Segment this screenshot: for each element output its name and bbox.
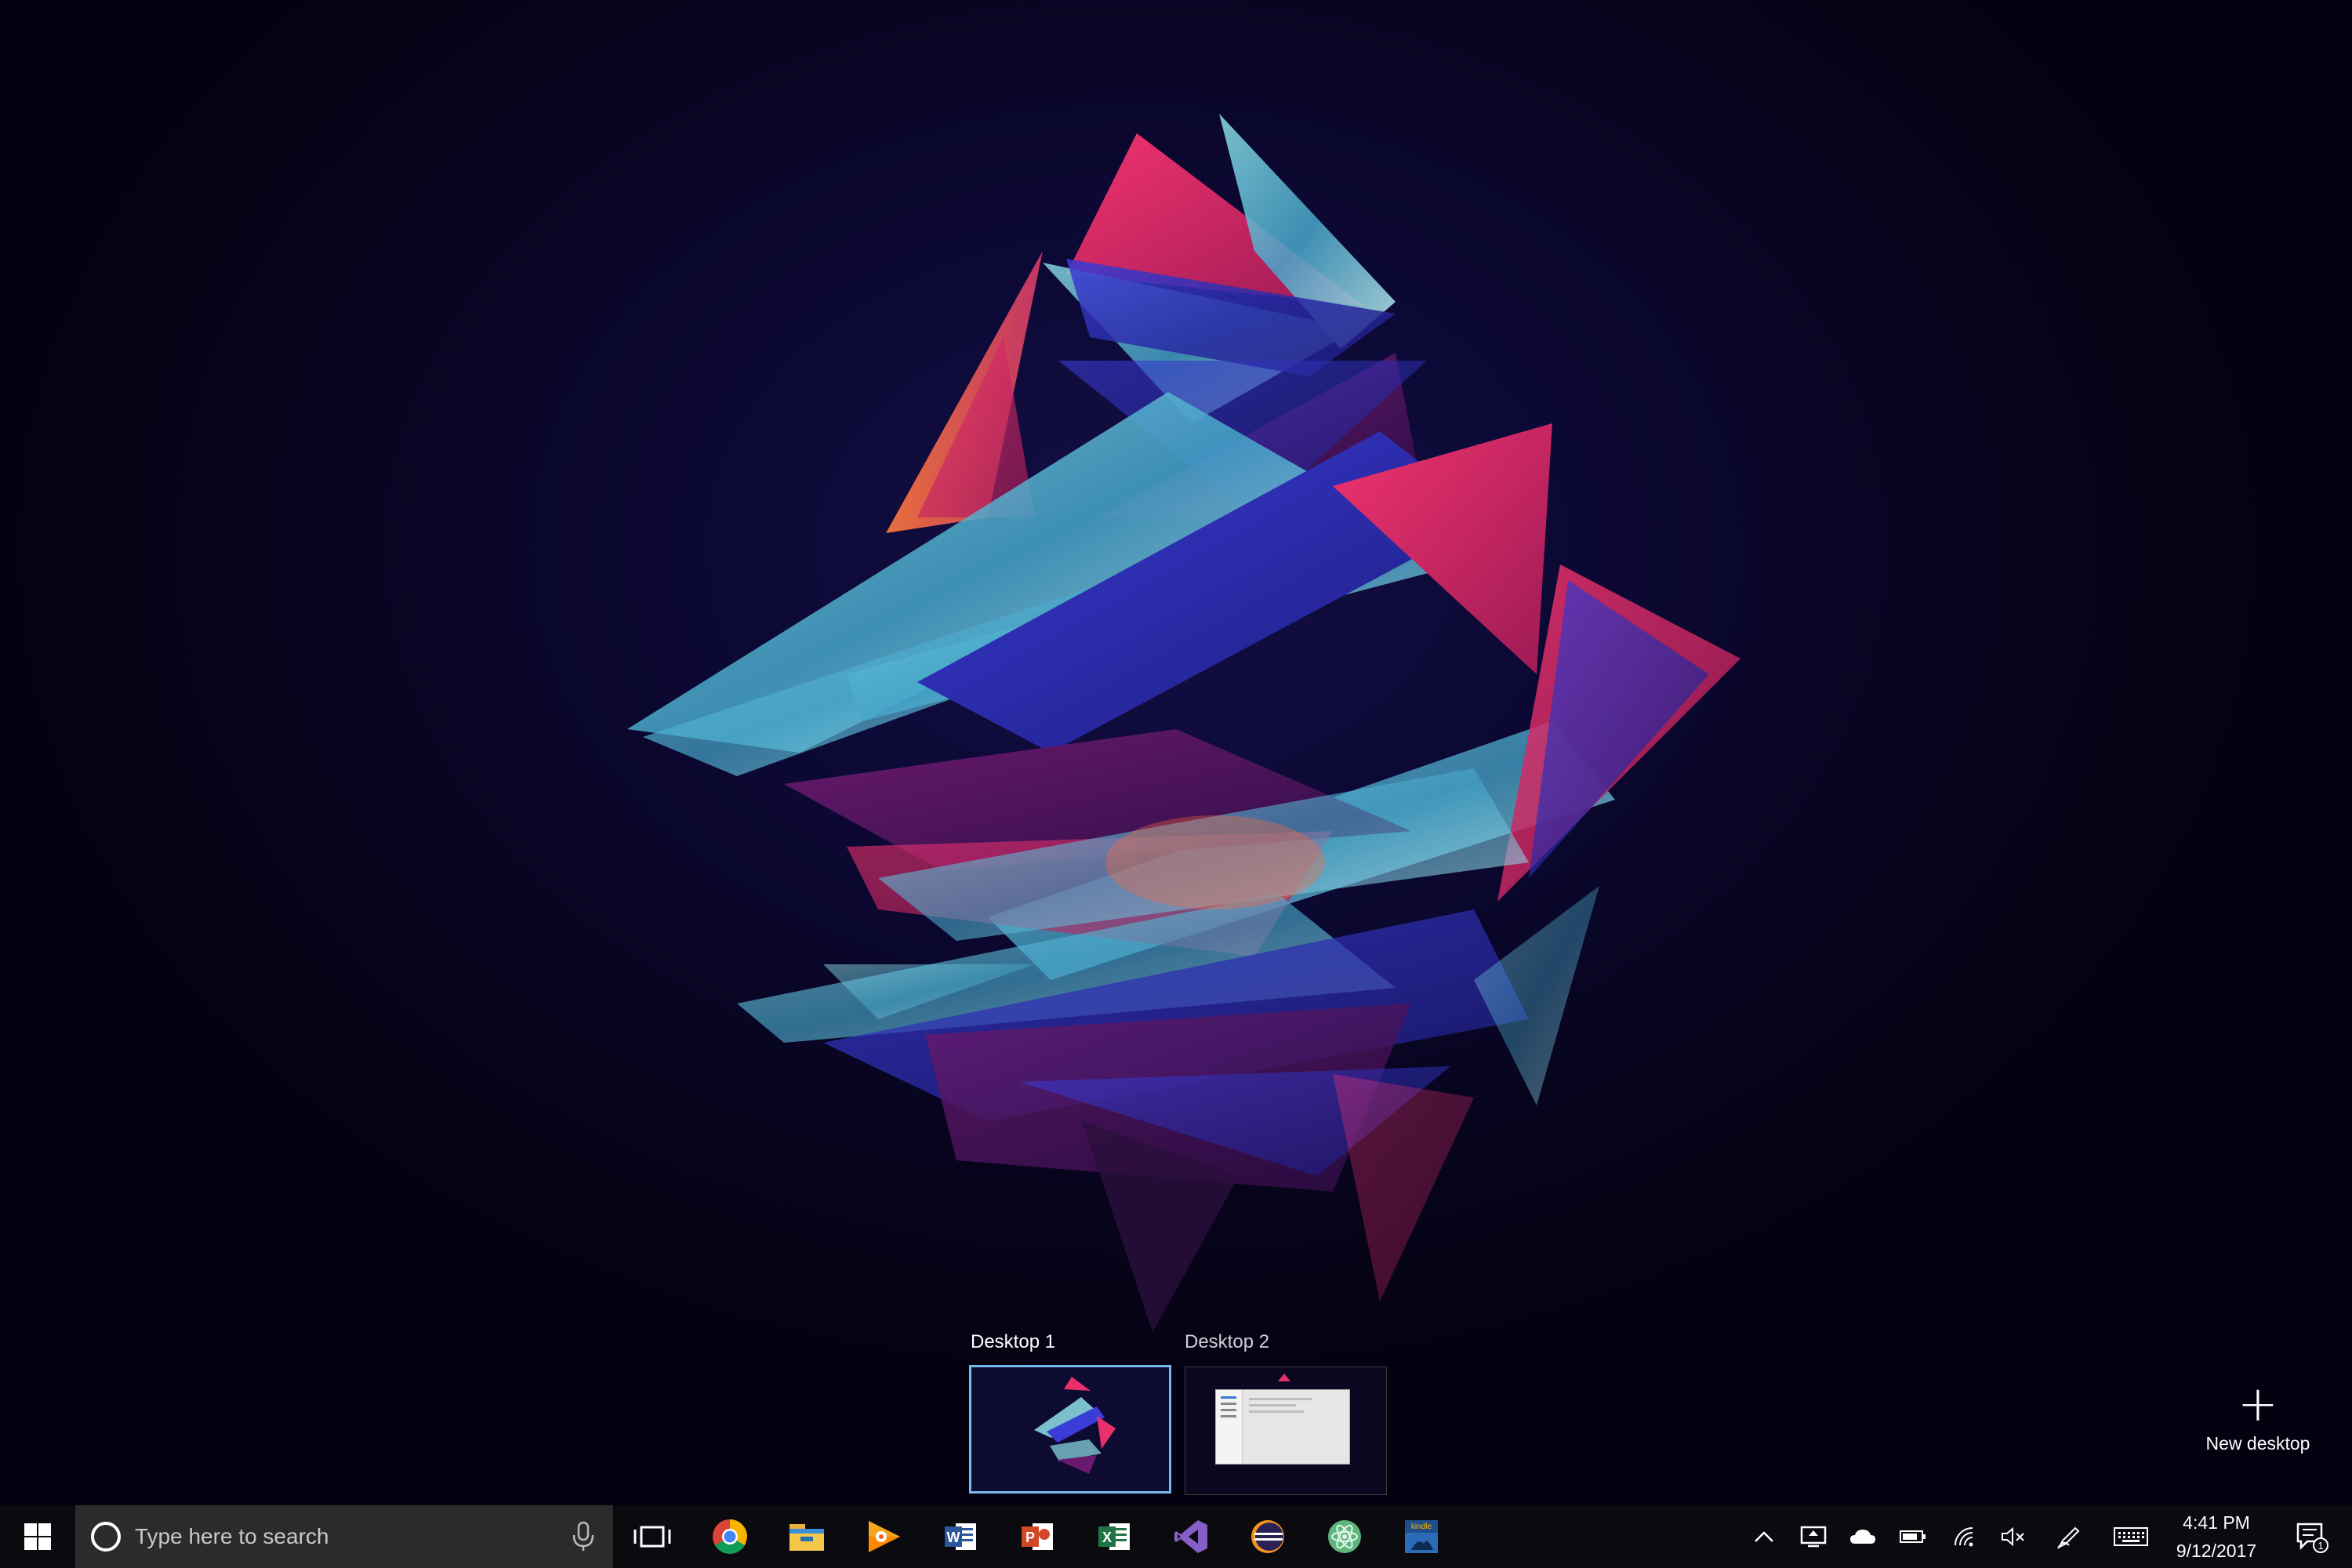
file-explorer-icon (789, 1524, 824, 1551)
kindle-app[interactable]: kindle (1383, 1505, 1460, 1568)
word-app[interactable]: W (922, 1505, 999, 1568)
file-explorer-app[interactable] (768, 1505, 845, 1568)
clock-time: 4:41 PM (2183, 1512, 2250, 1533)
powerpoint-icon: P (1022, 1523, 1053, 1550)
visual-studio-icon (1174, 1520, 1207, 1553)
atom-icon (1328, 1520, 1361, 1553)
start-button[interactable] (0, 1505, 75, 1568)
clock-date: 9/12/2017 (2176, 1541, 2257, 1561)
eclipse-app[interactable] (1229, 1505, 1306, 1568)
taskbar: Type here to search W P X kindle 4:41 PM… (0, 1505, 2352, 1568)
tray-battery[interactable] (1891, 1505, 1935, 1568)
chrome-icon (713, 1519, 747, 1554)
atom-app[interactable] (1306, 1505, 1383, 1568)
battery-icon (1900, 1530, 1926, 1543)
desktop-2-wallpaper-peek (1278, 1374, 1290, 1381)
tray-network[interactable] (1943, 1505, 1987, 1568)
word-icon: W (945, 1523, 976, 1550)
tray-windows-ink[interactable] (2046, 1505, 2090, 1568)
visual-studio-app[interactable] (1152, 1505, 1229, 1568)
show-hidden-icons-button[interactable] (1744, 1505, 1784, 1568)
task-view-button[interactable] (613, 1505, 691, 1568)
tray-desktop-share[interactable] (1791, 1505, 1835, 1568)
search-box[interactable]: Type here to search (75, 1505, 613, 1568)
desktop-1-label: Desktop 1 (971, 1331, 1056, 1352)
display-icon (1800, 1526, 1827, 1548)
chrome-app[interactable] (691, 1505, 768, 1568)
wallpaper-abstract-shapes (627, 114, 1740, 1333)
task-view-icon (633, 1526, 671, 1548)
notification-icon: 1 (2296, 1523, 2328, 1553)
notification-count: 1 (2318, 1540, 2323, 1552)
desktop-2-thumbnail[interactable] (1185, 1367, 1387, 1495)
pen-icon (2057, 1526, 2080, 1549)
chevron-up-icon (1755, 1531, 1773, 1542)
windows-logo-icon (24, 1523, 51, 1550)
excel-icon: X (1098, 1523, 1130, 1550)
tray-touch-keyboard[interactable] (2107, 1505, 2154, 1568)
desktop-background: Desktop 1 Desktop 2 + New desktop (0, 0, 2352, 1505)
google-play-music-app[interactable] (845, 1505, 922, 1568)
new-desktop-button[interactable]: + New desktop (2180, 1380, 2336, 1466)
plus-icon: + (2238, 1375, 2278, 1432)
keyboard-icon (2114, 1527, 2148, 1546)
search-placeholder[interactable]: Type here to search (135, 1524, 569, 1549)
action-center-button[interactable]: 1 (2281, 1505, 2343, 1568)
svg-text:W: W (947, 1530, 960, 1545)
kindle-icon: kindle (1405, 1520, 1438, 1553)
clock[interactable]: 4:41 PM 9/12/2017 (2158, 1505, 2275, 1568)
desktop-2-window-preview (1215, 1389, 1350, 1465)
tray-volume[interactable] (1991, 1505, 2035, 1568)
microphone-icon[interactable] (569, 1521, 597, 1552)
cortana-icon[interactable] (91, 1522, 121, 1552)
kindle-wordmark: kindle (1411, 1523, 1432, 1531)
new-desktop-label: New desktop (2205, 1433, 2310, 1454)
powerpoint-app[interactable]: P (999, 1505, 1076, 1568)
volume-muted-icon (2002, 1526, 2024, 1547)
google-play-music-icon (869, 1521, 900, 1552)
desktop-2-label: Desktop 2 (1185, 1331, 1270, 1352)
onedrive-cloud-icon (1850, 1530, 1875, 1544)
svg-text:P: P (1025, 1530, 1035, 1545)
eclipse-icon (1251, 1520, 1284, 1553)
svg-text:X: X (1102, 1530, 1112, 1545)
tray-onedrive[interactable] (1841, 1505, 1885, 1568)
desktop-1-thumbnail[interactable] (969, 1365, 1171, 1494)
desktop-1-preview (971, 1367, 1169, 1491)
wifi-icon (1955, 1527, 1973, 1547)
excel-app[interactable]: X (1076, 1505, 1152, 1568)
